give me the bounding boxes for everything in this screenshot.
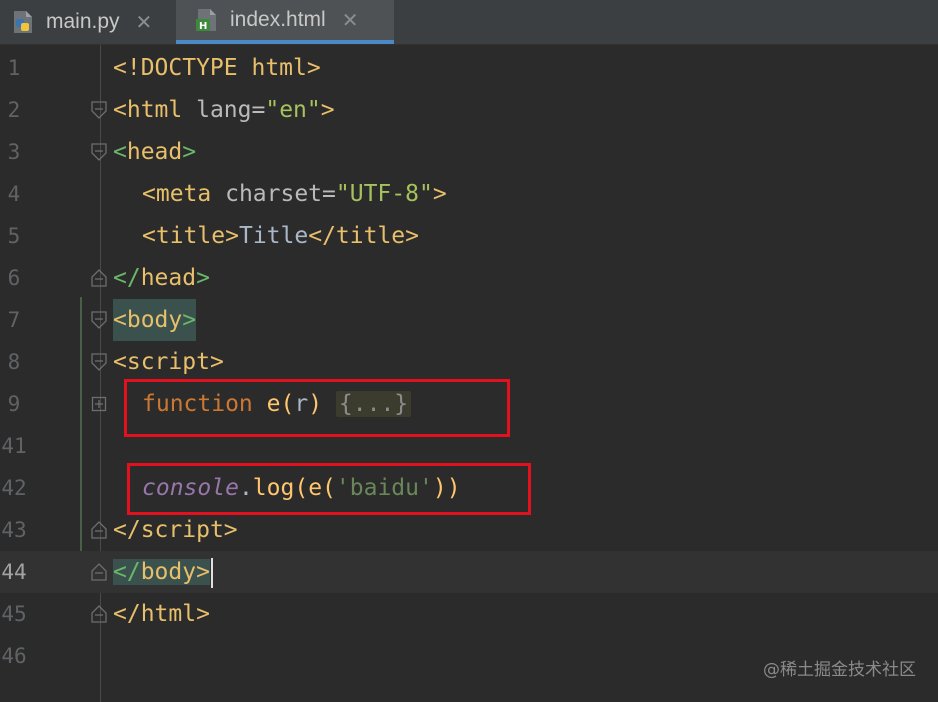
tag-open: <html: [113, 97, 183, 123]
line-number: 41: [1, 434, 27, 458]
line-number: 44: [1, 560, 27, 584]
tab-label: main.py: [46, 10, 120, 33]
line-number: 45: [1, 602, 27, 626]
code-line: 7 <body>: [0, 299, 938, 341]
title-text: Title: [238, 223, 309, 249]
line-number: 6: [7, 266, 21, 290]
tag-open: </: [113, 559, 141, 585]
tag-name: body: [126, 307, 183, 333]
svg-text:H: H: [199, 21, 207, 32]
tag-name: head: [126, 139, 183, 165]
watermark: @稀土掘金技术社区: [763, 660, 916, 680]
attr-name: charset=: [211, 181, 336, 207]
tag-name: title: [155, 223, 226, 249]
tag-close: >: [196, 559, 210, 585]
fold-end-icon[interactable]: [91, 269, 107, 287]
tag-close: >: [196, 265, 210, 291]
tag-close: >: [223, 517, 238, 543]
attr-value: "UTF-8": [335, 181, 433, 207]
line-number: 2: [7, 98, 21, 122]
expand-fold-icon[interactable]: [91, 395, 107, 413]
line-number: 1: [7, 56, 21, 80]
tag-name: html: [140, 601, 197, 627]
python-file-icon: [10, 9, 36, 35]
tag-open: <: [113, 139, 127, 165]
highlight-box-function: [124, 379, 510, 437]
attr-name: lang=: [182, 97, 266, 123]
tab-label: index.html: [230, 8, 326, 31]
attr-value: "en": [265, 97, 321, 123]
line-number: 4: [7, 182, 21, 206]
tag-name: script: [140, 517, 224, 543]
close-icon[interactable]: ✕: [342, 8, 359, 33]
tag-open: </: [113, 601, 141, 627]
tag-open: <: [142, 223, 156, 249]
tab-main-py[interactable]: main.py ✕: [0, 0, 176, 44]
highlight-box-console: [127, 463, 531, 515]
line-number: 3: [7, 140, 21, 164]
fold-end-icon[interactable]: [91, 605, 107, 623]
line-number: 8: [7, 350, 21, 374]
code-line: 5 <title>Title</title>: [0, 215, 938, 257]
editor-tab-bar: main.py ✕ H index.html ✕: [0, 0, 938, 45]
doctype-rest: html>: [237, 55, 321, 81]
code-line: 43 </script>: [0, 509, 938, 551]
tag-open: </: [113, 265, 141, 291]
tag-name: script: [126, 349, 210, 375]
code-editor[interactable]: 1 <!DOCTYPE html> 2 <html lang="en"> 3 <…: [0, 45, 938, 702]
tag-close: >: [196, 601, 210, 627]
code-line-current: 44 </body>: [0, 551, 938, 593]
text-caret: [210, 557, 213, 588]
tag-name: title: [335, 223, 406, 249]
fold-end-icon[interactable]: [91, 563, 107, 581]
line-number: 46: [1, 644, 27, 668]
code-line: 45 </html>: [0, 593, 938, 635]
fold-icon[interactable]: [91, 311, 107, 329]
tag-close: >: [182, 307, 197, 333]
code-line: 3 <head>: [0, 131, 938, 173]
line-number: 42: [1, 476, 27, 500]
tag-open: <meta: [142, 181, 212, 207]
doctype-keyword: <!DOCTYPE: [113, 55, 238, 81]
line-number: 9: [7, 392, 21, 416]
code-line: 4 <meta charset="UTF-8">: [0, 173, 938, 215]
tag-close: >: [320, 97, 335, 123]
fold-icon[interactable]: [91, 353, 107, 371]
fold-icon[interactable]: [91, 143, 107, 161]
tag-name: body: [140, 559, 197, 585]
tag-close: >: [182, 139, 197, 165]
fold-icon[interactable]: [91, 101, 107, 119]
code-line: 2 <html lang="en">: [0, 89, 938, 131]
tag-close: >: [432, 181, 447, 207]
tag-open: </: [113, 517, 141, 543]
tab-index-html[interactable]: H index.html ✕: [176, 0, 394, 44]
tag-close: >: [225, 223, 239, 249]
code-line: 1 <!DOCTYPE html>: [0, 47, 938, 89]
code-line: 8 <script>: [0, 341, 938, 383]
code-line: 6 </head>: [0, 257, 938, 299]
tag-close: >: [209, 349, 224, 375]
line-number: 43: [1, 518, 27, 542]
fold-end-icon[interactable]: [91, 521, 107, 539]
tag-open: <: [113, 307, 127, 333]
tag-open: <: [113, 349, 127, 375]
tag-name: head: [140, 265, 197, 291]
tag-open: </: [308, 223, 336, 249]
html-file-icon: H: [194, 7, 220, 33]
close-icon[interactable]: ✕: [136, 10, 153, 35]
line-number: 7: [7, 308, 21, 332]
line-number: 5: [7, 224, 21, 248]
tag-close: >: [405, 223, 420, 249]
